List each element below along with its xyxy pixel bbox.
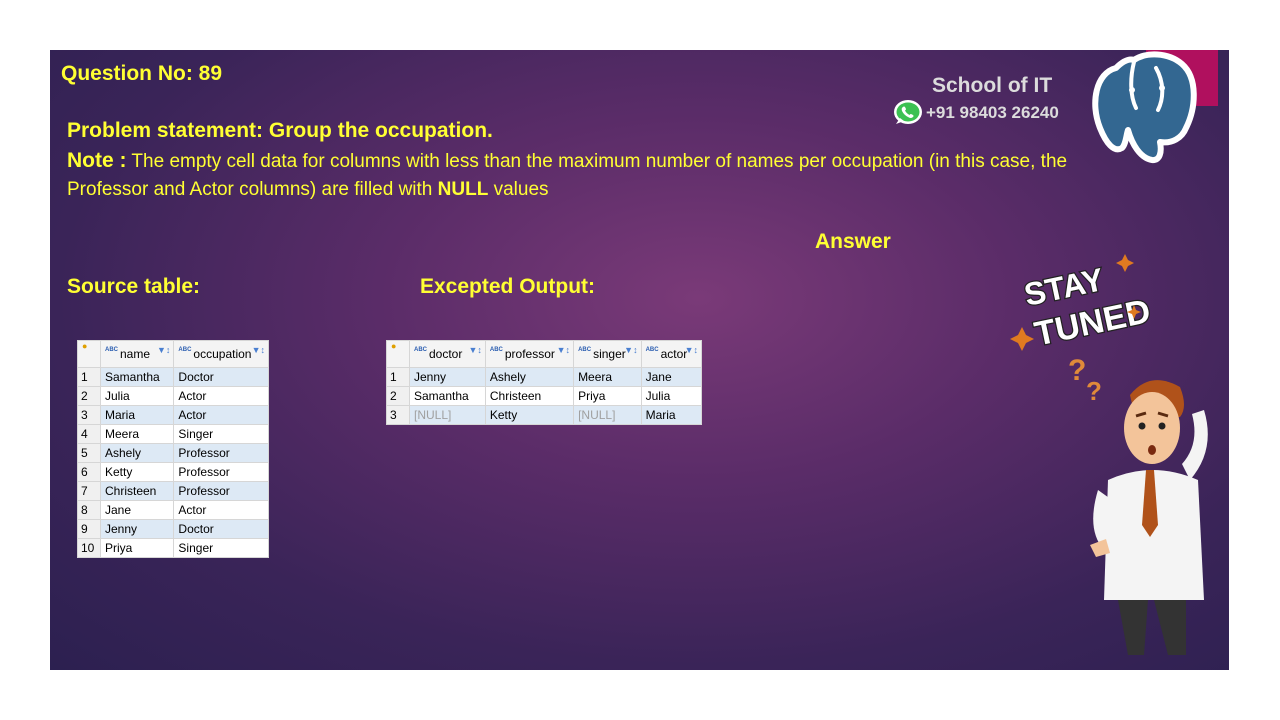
table-cell[interactable]: Ketty	[99, 462, 175, 482]
row-number: 2	[77, 386, 101, 406]
phone-number: +91 98403 26240	[926, 103, 1059, 122]
table-row[interactable]: 5 Ashely Professor	[77, 443, 269, 463]
row-number: 8	[77, 500, 101, 520]
column-header-doctor[interactable]: ABC doctor ▼↕	[409, 340, 486, 368]
table-cell[interactable]: Christeen	[484, 386, 575, 406]
table-cell[interactable]: Singer	[173, 538, 269, 558]
table-cell[interactable]: Jenny	[99, 519, 175, 539]
filter-sort-icon[interactable]: ▼↕	[624, 345, 637, 355]
school-name: School of IT	[932, 74, 1053, 97]
table-cell[interactable]: Jenny	[409, 367, 486, 387]
table-row[interactable]: 9 Jenny Doctor	[77, 519, 269, 539]
filter-sort-icon[interactable]: ▼↕	[157, 345, 170, 355]
note-text: The empty cell data for columns with les…	[67, 151, 1068, 200]
row-number: 3	[386, 405, 410, 425]
phone-contact: +91 98403 26240	[890, 98, 1059, 128]
table-cell[interactable]: Julia	[640, 386, 703, 406]
filter-sort-icon[interactable]: ▼↕	[468, 345, 481, 355]
stay-tuned-sticker: STAY TUNED	[1010, 254, 1150, 355]
row-number: 1	[77, 367, 101, 387]
svg-text:?: ?	[1086, 376, 1102, 406]
expected-output-title: Excepted Output:	[420, 275, 596, 298]
table-cell[interactable]: Meera	[99, 424, 175, 444]
source-table-header: ● ABC name ▼↕ ABC occupation ▼↕	[77, 340, 269, 368]
row-number: 4	[77, 424, 101, 444]
column-header-occupation[interactable]: ABC occupation ▼↕	[173, 340, 269, 368]
column-header-name[interactable]: ABC name ▼↕	[99, 340, 175, 368]
output-table: ● ABC doctor ▼↕ ABC professor ▼↕ ABC singer ▼↕…	[386, 340, 703, 425]
table-row[interactable]: 10 Priya Singer	[77, 538, 269, 558]
table-row[interactable]: 4 Meera Singer	[77, 424, 269, 444]
row-number: 5	[77, 443, 101, 463]
table-row[interactable]: 8 Jane Actor	[77, 500, 269, 520]
row-number: 3	[77, 405, 101, 425]
table-cell[interactable]: Actor	[173, 500, 269, 520]
filter-sort-icon[interactable]: ▼↕	[557, 345, 570, 355]
table-row[interactable]: 3 Maria Actor	[77, 405, 269, 425]
note: Note : The empty cell data for columns w…	[67, 147, 1097, 204]
table-cell[interactable]: Doctor	[173, 519, 269, 539]
problem-statement: Problem statement: Group the occupation.	[67, 119, 493, 142]
table-cell[interactable]: Professor	[173, 481, 269, 501]
table-cell[interactable]: Meera	[573, 367, 642, 387]
row-number: 9	[77, 519, 101, 539]
corner-cell: ●	[386, 340, 410, 368]
postgresql-logo	[1092, 51, 1197, 164]
table-row[interactable]: 6 Ketty Professor	[77, 462, 269, 482]
table-cell[interactable]: Maria	[99, 405, 175, 425]
table-cell[interactable]: Ashely	[484, 367, 575, 387]
output-table-header: ● ABC doctor ▼↕ ABC professor ▼↕ ABC singer ▼↕…	[386, 340, 703, 368]
table-cell[interactable]: Christeen	[99, 481, 175, 501]
table-cell[interactable]: Professor	[173, 462, 269, 482]
note-null: NULL	[437, 179, 489, 200]
table-cell[interactable]: Ketty	[484, 405, 575, 425]
row-number: 2	[386, 386, 410, 406]
table-row[interactable]: 1 Jenny Ashely Meera Jane	[386, 367, 703, 387]
table-cell[interactable]: Julia	[99, 386, 175, 406]
table-cell[interactable]: Jane	[640, 367, 703, 387]
filter-sort-icon[interactable]: ▼↕	[685, 345, 698, 355]
table-cell[interactable]: Actor	[173, 405, 269, 425]
column-header-singer[interactable]: ABC singer ▼↕	[573, 340, 642, 368]
table-cell[interactable]: Priya	[573, 386, 642, 406]
table-cell[interactable]: Ashely	[99, 443, 175, 463]
corner-cell: ●	[77, 340, 101, 368]
table-row[interactable]: 2 Julia Actor	[77, 386, 269, 406]
table-cell[interactable]: [NULL]	[573, 405, 642, 425]
column-header-professor[interactable]: ABC professor ▼↕	[484, 340, 575, 368]
table-cell[interactable]: Doctor	[173, 367, 269, 387]
table-cell[interactable]: Singer	[173, 424, 269, 444]
table-row[interactable]: 1 Samantha Doctor	[77, 367, 269, 387]
source-table-title: Source table:	[67, 275, 201, 298]
note-text-end: values	[488, 179, 549, 200]
table-cell[interactable]: Samantha	[99, 367, 175, 387]
note-label: Note :	[67, 149, 127, 172]
whatsapp-icon	[894, 100, 922, 124]
table-cell[interactable]: Priya	[99, 538, 175, 558]
row-number: 1	[386, 367, 410, 387]
row-number: 6	[77, 462, 101, 482]
source-table: ● ABC name ▼↕ ABC occupation ▼↕ 1 Samantha Doc…	[77, 340, 269, 558]
table-row[interactable]: 3 [NULL] Ketty [NULL] Maria	[386, 405, 703, 425]
table-row[interactable]: 7 Christeen Professor	[77, 481, 269, 501]
row-number: 7	[77, 481, 101, 501]
table-row[interactable]: 2 Samantha Christeen Priya Julia	[386, 386, 703, 406]
row-number: 10	[77, 538, 101, 558]
table-cell[interactable]: Actor	[173, 386, 269, 406]
column-header-actor[interactable]: ABC actor ▼↕	[640, 340, 703, 368]
filter-sort-icon[interactable]: ▼↕	[252, 345, 265, 355]
confused-man-illustration: ? ?	[1068, 354, 1208, 655]
table-cell[interactable]: [NULL]	[409, 405, 486, 425]
answer-label: Answer	[815, 230, 891, 253]
table-cell[interactable]: Jane	[99, 500, 175, 520]
table-cell[interactable]: Maria	[640, 405, 703, 425]
svg-text:?: ?	[1068, 354, 1086, 387]
table-cell[interactable]: Samantha	[409, 386, 486, 406]
question-number: Question No: 89	[61, 62, 223, 85]
table-cell[interactable]: Professor	[173, 443, 269, 463]
